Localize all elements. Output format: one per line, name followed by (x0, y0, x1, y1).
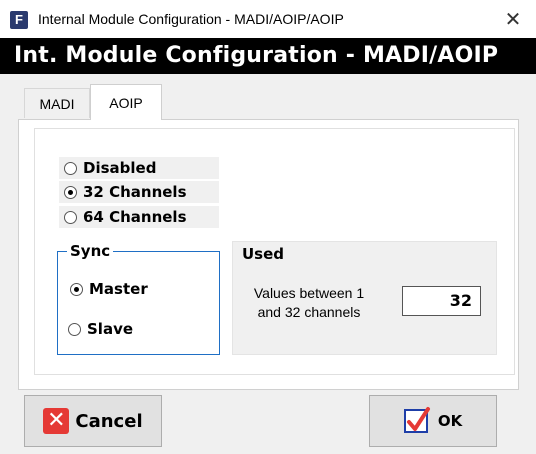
radio-32-channels[interactable]: 32 Channels (59, 181, 219, 203)
radio-button[interactable] (64, 210, 77, 224)
ok-button[interactable]: OK (369, 395, 497, 447)
radio-label: Slave (87, 320, 134, 338)
channels-value-input[interactable]: 32 (402, 286, 481, 316)
close-button[interactable]: ✕ (490, 0, 536, 38)
radio-button[interactable] (68, 322, 81, 336)
header-banner: Int. Module Configuration - MADI/AOIP (0, 38, 536, 74)
radio-master[interactable]: Master (65, 278, 148, 300)
cancel-button[interactable]: ✕ Cancel (24, 395, 162, 447)
radio-label: 64 Channels (83, 208, 187, 226)
used-description: Values between 1 and 32 channels (253, 285, 365, 320)
window-title: Internal Module Configuration - MADI/AOI… (38, 11, 344, 27)
sync-title: Sync (67, 242, 114, 260)
app-icon: F (10, 11, 28, 29)
used-title: Used (242, 245, 285, 263)
x-icon: ✕ (43, 408, 70, 434)
tab-madi[interactable]: MADI (24, 88, 90, 118)
radio-disabled[interactable]: Disabled (59, 157, 219, 179)
radio-label: Master (89, 280, 148, 298)
tab-aoip[interactable]: AOIP (90, 84, 162, 120)
radio-button[interactable] (64, 161, 77, 175)
close-icon: ✕ (504, 8, 522, 31)
radio-button[interactable] (64, 185, 77, 199)
check-icon (403, 407, 430, 433)
tab-label: AOIP (109, 94, 143, 111)
radio-button[interactable] (70, 282, 83, 296)
tab-label: MADI (39, 95, 75, 112)
radio-label: Disabled (83, 159, 157, 177)
title-bar: F Internal Module Configuration - MADI/A… (0, 0, 536, 38)
radio-label: 32 Channels (83, 183, 187, 201)
radio-slave[interactable]: Slave (63, 318, 133, 340)
cancel-label: Cancel (75, 410, 143, 432)
ok-label: OK (437, 412, 463, 430)
radio-64-channels[interactable]: 64 Channels (59, 206, 219, 228)
